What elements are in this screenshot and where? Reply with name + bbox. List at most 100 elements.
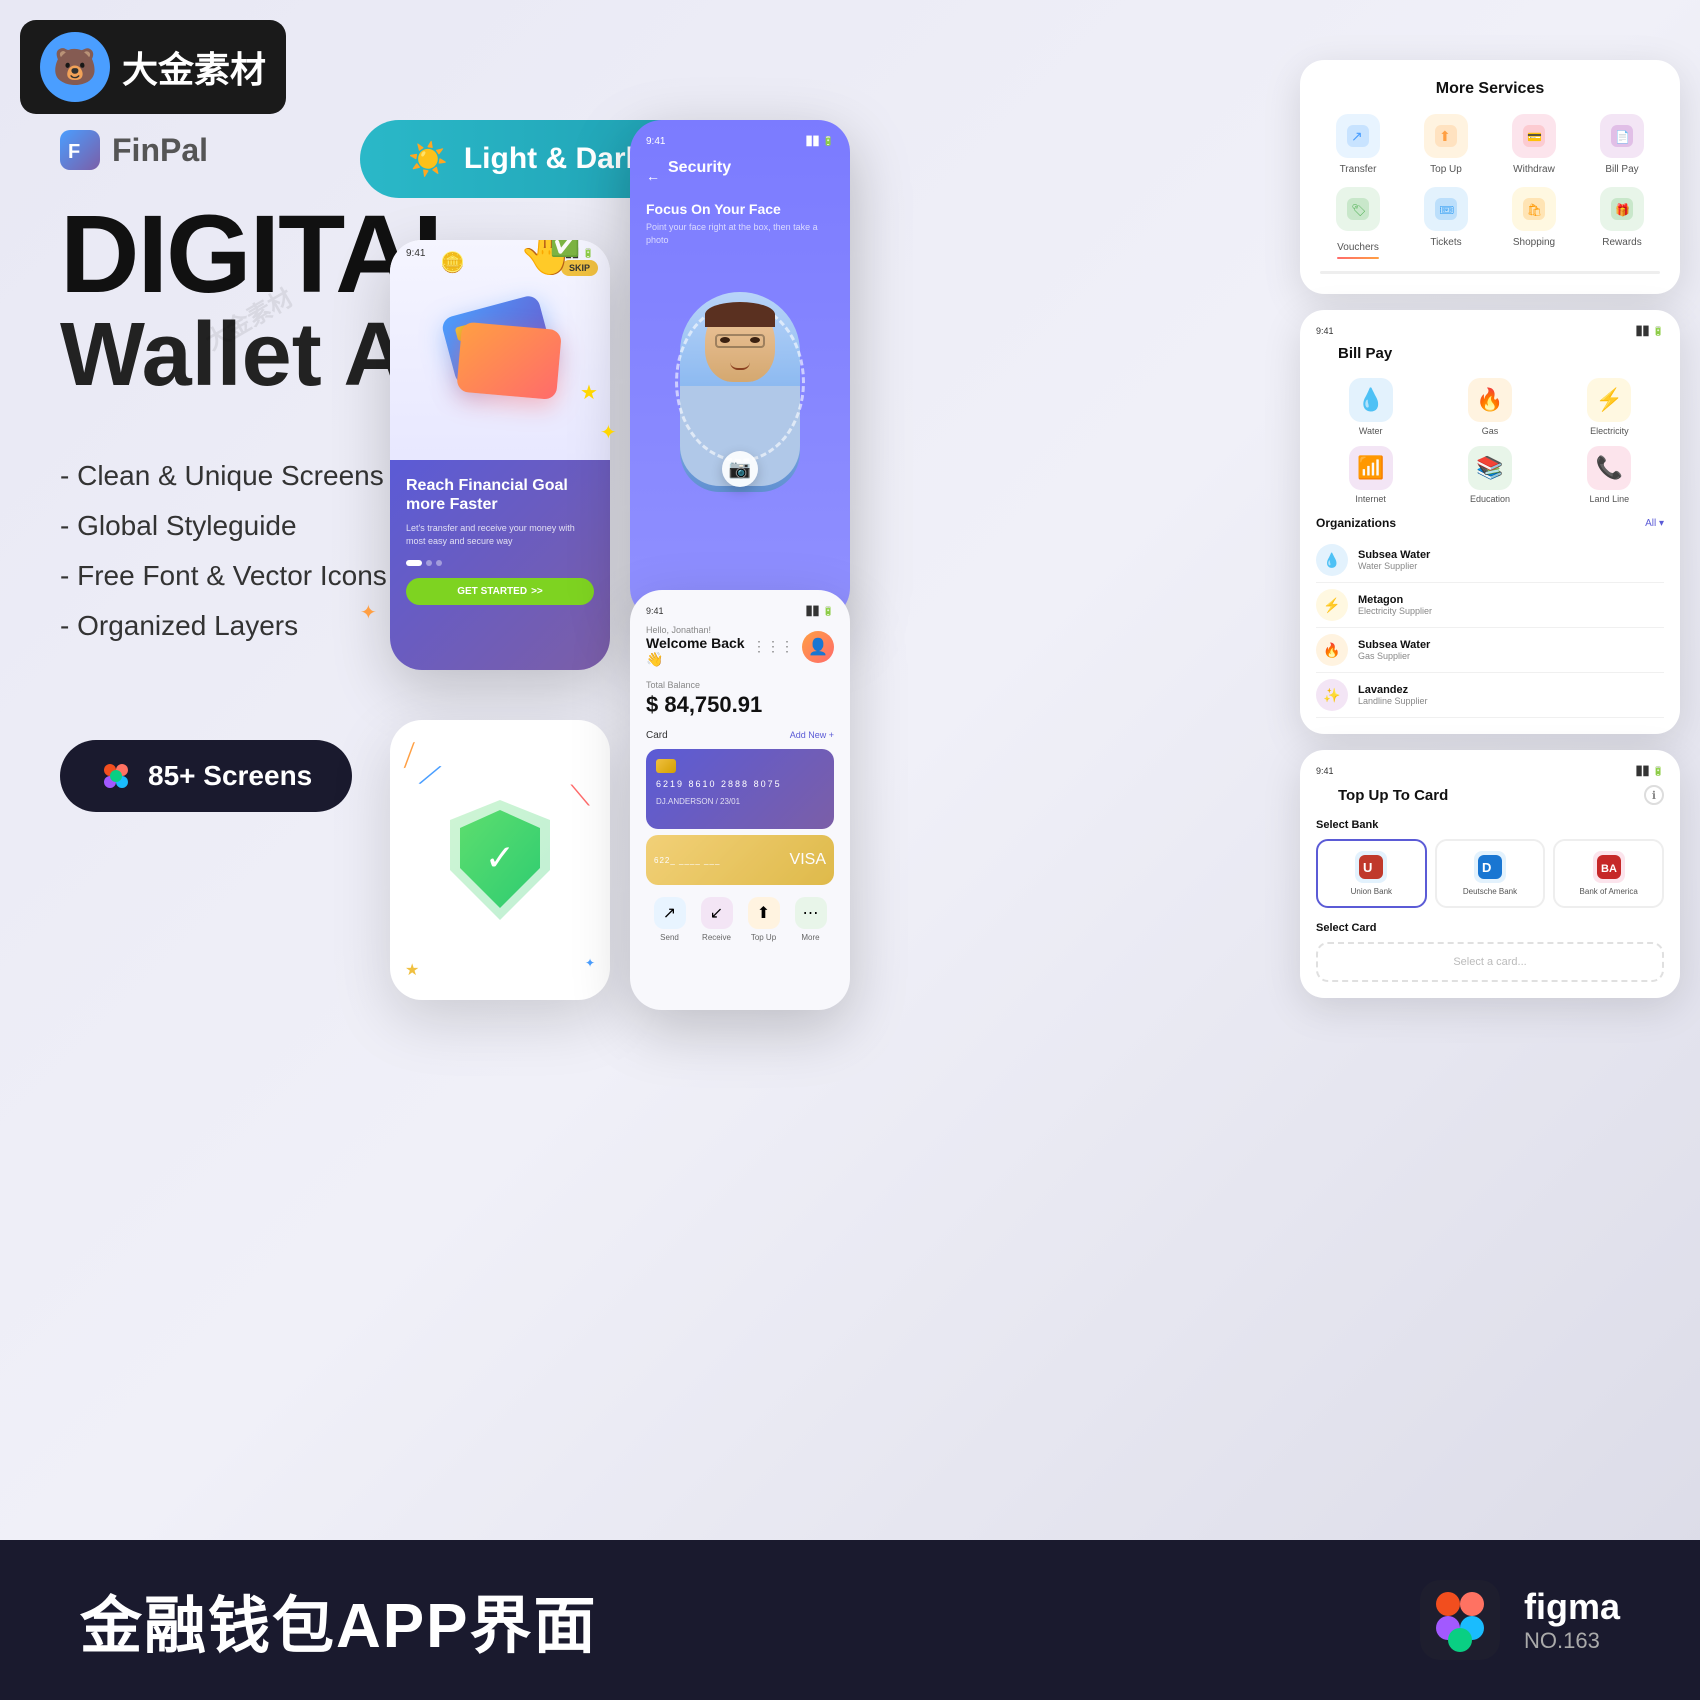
feature-item-1: - Clean & Unique Screens: [60, 460, 387, 492]
card-label: Card: [646, 730, 668, 741]
phone-security-status: 9:41 ▊▊ 🔋: [646, 136, 834, 147]
service-transfer[interactable]: ↗ Transfer: [1320, 114, 1396, 175]
svg-text:🎟: 🎟: [1439, 203, 1454, 217]
card-3d-front: [456, 322, 562, 400]
billpay-back[interactable]: ←: [1316, 346, 1330, 362]
dot-3: [436, 560, 442, 566]
org-subsea-gas[interactable]: 🔥 Subsea Water Gas Supplier: [1316, 628, 1664, 673]
card-number: 6219 8610 2888 8075: [656, 779, 824, 789]
transfer-icon: ↗: [1336, 114, 1380, 158]
battery-icon: 🔋: [583, 248, 594, 259]
topup-header: ← Top Up To Card ℹ: [1316, 785, 1664, 805]
deutsche-bank-name: Deutsche Bank: [1463, 887, 1517, 896]
select-bank-label: Select Bank: [1316, 819, 1664, 831]
focus-subtitle: Point your face right at the box, then t…: [646, 221, 834, 246]
boa-logo: BA: [1593, 851, 1625, 883]
boa-name: Bank of America: [1580, 887, 1638, 896]
topup-label: Top Up: [748, 933, 780, 942]
org-logo-3: 🔥: [1316, 634, 1348, 666]
org-filter[interactable]: All ▾: [1645, 518, 1664, 529]
action-send[interactable]: ↗ Send: [654, 897, 686, 942]
electricity-icon: ⚡: [1587, 378, 1631, 422]
water-label: Water: [1359, 426, 1383, 436]
float-star-1: ★: [580, 380, 598, 405]
security-status-icons: ▊▊ 🔋: [806, 136, 834, 147]
banner-text: 金融钱包APP界面: [80, 1575, 597, 1665]
more-services-screen: More Services ↗ Transfer ⬆: [1300, 60, 1680, 294]
add-new-button[interactable]: Add New +: [790, 730, 834, 741]
topup-time: 9:41: [1316, 766, 1334, 777]
action-more[interactable]: ⋯ More: [795, 897, 827, 942]
feature-item-4: - Organized Layers: [60, 610, 387, 642]
category-water[interactable]: 💧 Water: [1316, 378, 1425, 436]
category-gas[interactable]: 🔥 Gas: [1435, 378, 1544, 436]
face-scan-area: 📷: [646, 262, 834, 502]
card-select-area[interactable]: Select a card...: [1316, 942, 1664, 982]
service-shopping[interactable]: 🛍 Shopping: [1496, 187, 1572, 255]
category-internet[interactable]: 📶 Internet: [1316, 446, 1425, 504]
billpay-header: ← Bill Pay: [1316, 345, 1664, 362]
more-icon[interactable]: ⋮⋮⋮: [752, 638, 794, 655]
bank-grid: U Union Bank D Deutsche Bank: [1316, 839, 1664, 908]
org-logo-2: ⚡: [1316, 589, 1348, 621]
union-bank-name: Union Bank: [1351, 887, 1392, 896]
category-landline[interactable]: 📞 Land Line: [1555, 446, 1664, 504]
boa-icon: BA: [1597, 855, 1621, 879]
hair: [705, 302, 775, 327]
dot-2: [426, 560, 432, 566]
category-education[interactable]: 📚 Education: [1435, 446, 1544, 504]
dashboard-status-icons: ▊▊ 🔋: [806, 606, 834, 617]
back-arrow[interactable]: ←: [646, 168, 660, 184]
balance-amount: $ 84,750.91: [646, 692, 834, 718]
org-subsea-water[interactable]: 💧 Subsea Water Water Supplier: [1316, 538, 1664, 583]
service-rewards[interactable]: 🎁 Rewards: [1584, 187, 1660, 255]
figma-label: figma: [1524, 1586, 1620, 1628]
smile: [730, 362, 750, 370]
service-topup[interactable]: ⬆ Top Up: [1408, 114, 1484, 175]
bank-deutsche[interactable]: D Deutsche Bank: [1435, 839, 1546, 908]
action-receive[interactable]: ↙ Receive: [701, 897, 733, 942]
dot-1: [406, 560, 422, 566]
focus-title: Focus On Your Face: [646, 201, 834, 217]
action-topup[interactable]: ⬆ Top Up: [748, 897, 780, 942]
tickets-icon: 🎟: [1424, 187, 1468, 231]
org-type-3: Gas Supplier: [1358, 651, 1664, 661]
withdraw-svg: 💳: [1523, 125, 1545, 147]
topup-back[interactable]: ←: [1316, 787, 1330, 803]
internet-label: Internet: [1355, 494, 1386, 504]
service-tickets[interactable]: 🎟 Tickets: [1408, 187, 1484, 255]
service-withdraw[interactable]: 💳 Withdraw: [1496, 114, 1572, 175]
phone-onboarding-bottom: Reach Financial Goal more Faster Let's t…: [390, 460, 610, 670]
service-vouchers[interactable]: 🏷 Vouchers: [1320, 187, 1396, 255]
get-started-button[interactable]: GET STARTED >>: [406, 578, 594, 605]
logo-text: 大金素材: [122, 41, 266, 93]
svg-text:BA: BA: [1601, 863, 1617, 875]
phone-dashboard: 9:41 ▊▊ 🔋 Hello, Jonathan! Welcome Back …: [630, 590, 850, 1010]
dashboard-greeting: Hello, Jonathan!: [646, 625, 752, 635]
send-label: Send: [654, 933, 686, 942]
category-electricity[interactable]: ⚡ Electricity: [1555, 378, 1664, 436]
transfer-label: Transfer: [1340, 164, 1377, 175]
phone-onboarding-top: 9:41 ▊▊▊ 🔋 SKIP 🤚 🪙 ✅: [390, 240, 610, 460]
rewards-svg: 🎁: [1611, 198, 1633, 220]
brand-name: FinPal: [112, 132, 208, 169]
internet-icon: 📶: [1349, 446, 1393, 490]
bank-america[interactable]: BA Bank of America: [1553, 839, 1664, 908]
billpay-service-label: Bill Pay: [1605, 164, 1638, 175]
deutsche-bank-logo: D: [1474, 851, 1506, 883]
bank-union[interactable]: U Union Bank: [1316, 839, 1427, 908]
org-title: Organizations: [1316, 516, 1396, 530]
sun-icon: ☀️: [408, 140, 448, 178]
topup-info-button[interactable]: ℹ: [1644, 785, 1664, 805]
figma-icon-small: [100, 760, 132, 792]
gas-label: Gas: [1482, 426, 1499, 436]
org-name-4: Lavandez: [1358, 684, 1664, 696]
shield-svg: ✓: [430, 790, 570, 930]
camera-button[interactable]: 📷: [722, 451, 758, 487]
org-lavandez[interactable]: ✨ Lavandez Landline Supplier: [1316, 673, 1664, 718]
phone-security: 9:41 ▊▊ 🔋 ← Security Focus On Your Face …: [630, 120, 850, 620]
topup-wifi: ▊▊ 🔋: [1636, 766, 1664, 777]
service-billpay[interactable]: 📄 Bill Pay: [1584, 114, 1660, 175]
quick-actions: ↗ Send ↙ Receive ⬆ Top Up ⋯ More: [646, 897, 834, 942]
org-metagon[interactable]: ⚡ Metagon Electricity Supplier: [1316, 583, 1664, 628]
